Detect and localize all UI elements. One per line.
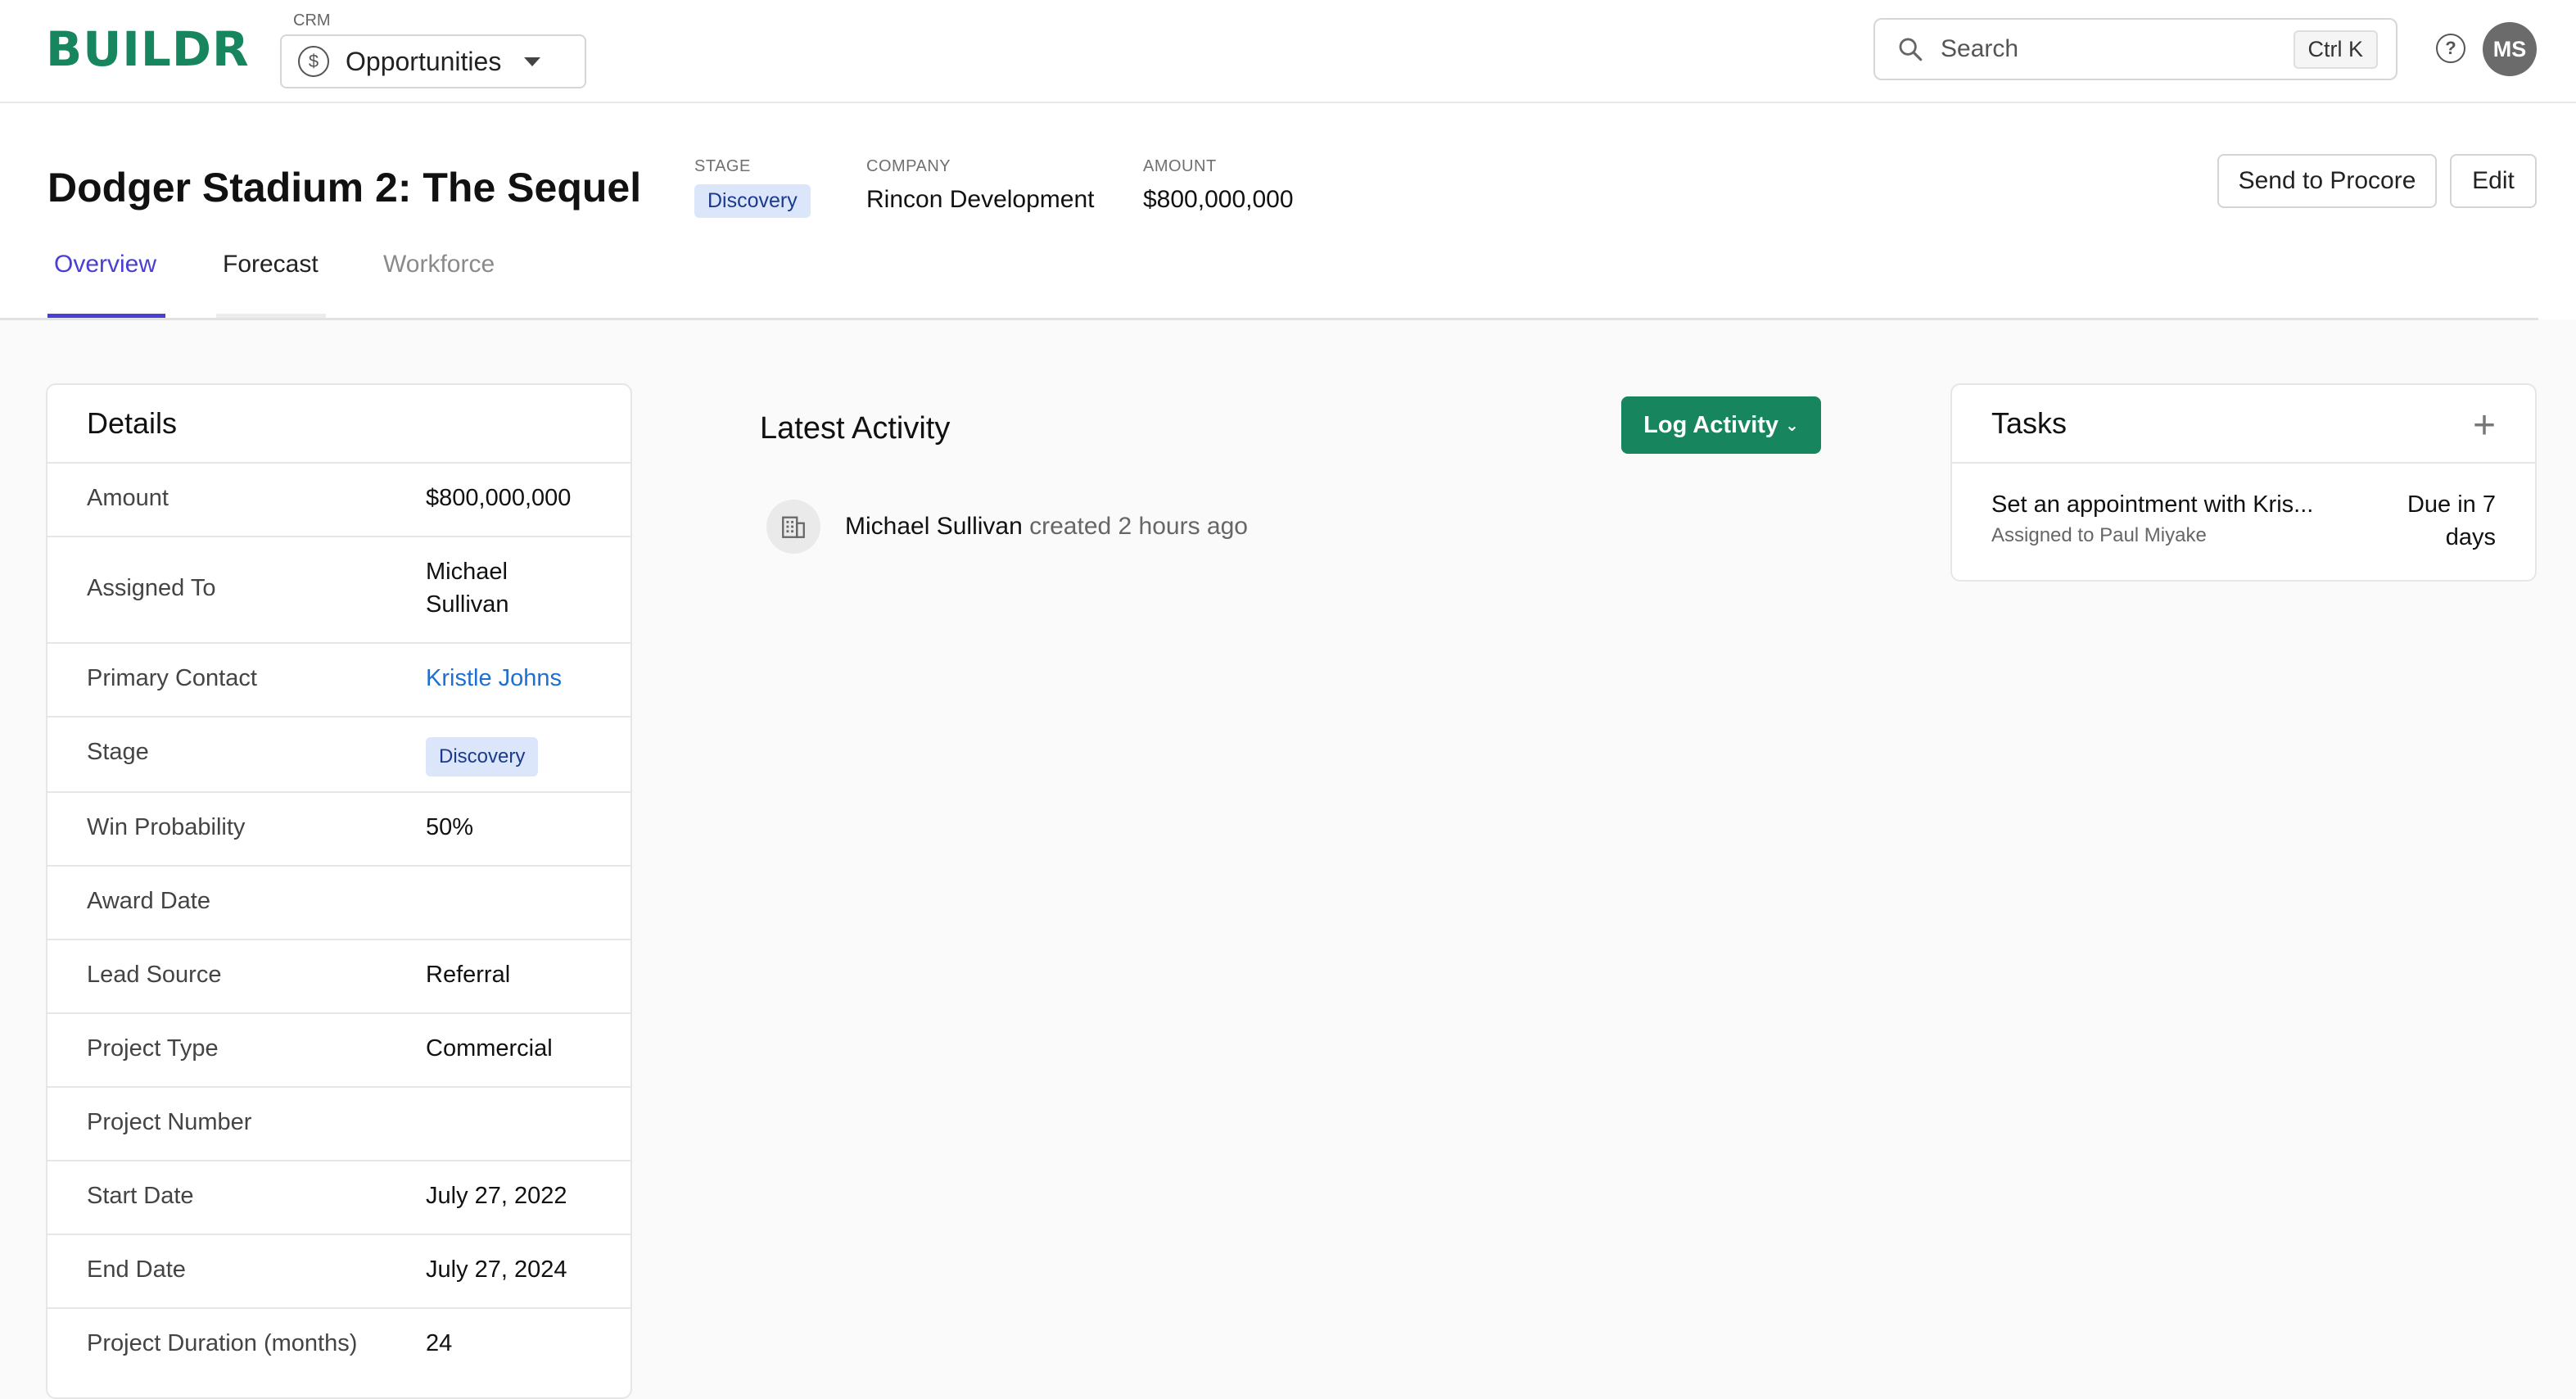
details-title: Details (87, 406, 178, 440)
tasks-title: Tasks (1991, 406, 2068, 440)
log-activity-label: Log Activity (1643, 411, 1779, 438)
page-title: Dodger Stadium 2: The Sequel (47, 165, 642, 211)
details-card: Details Amount $800,000,000 Assigned To … (46, 383, 632, 1399)
detail-value: July 27, 2024 (426, 1256, 567, 1283)
task-title: Set an appointment with Kris... (1991, 491, 2314, 518)
company-value: Rincon Development (866, 186, 1095, 213)
amount-meta: AMOUNT $800,000,000 (1143, 157, 1294, 214)
module-select[interactable]: $ Opportunities (280, 34, 586, 88)
chevron-down-icon: ⌄ (1785, 416, 1799, 435)
amount-value: $800,000,000 (1143, 186, 1294, 213)
stage-meta: STAGE Discovery (694, 157, 811, 218)
user-avatar[interactable]: MS (2483, 22, 2537, 76)
top-bar: BUILDR CRM $ Opportunities Search Ctrl K… (0, 0, 2576, 103)
help-icon[interactable]: ? (2436, 34, 2465, 63)
detail-value: Discovery (426, 737, 539, 776)
send-to-procore-button[interactable]: Send to Procore (2217, 154, 2437, 208)
activity-actor[interactable]: Michael Sullivan (845, 513, 1023, 540)
search-shortcut-badge: Ctrl K (2293, 29, 2378, 69)
detail-label: Lead Source (87, 962, 222, 988)
edit-button[interactable]: Edit (2450, 154, 2537, 208)
detail-label: Project Number (87, 1109, 252, 1135)
detail-row: Amount $800,000,000 (47, 462, 630, 536)
module-caption: CRM (293, 11, 331, 29)
detail-value: Michael Sullivan (426, 555, 509, 621)
search-input[interactable]: Search Ctrl K (1873, 18, 2397, 80)
amount-label: AMOUNT (1143, 157, 1217, 175)
company-meta: COMPANY Rincon Development (866, 157, 1094, 214)
task-due-line: Due in 7 (2407, 491, 2496, 518)
detail-row: Win Probability 50% (47, 791, 630, 865)
detail-label: Project Type (87, 1035, 219, 1062)
building-icon (766, 500, 820, 554)
detail-label: Amount (87, 485, 169, 511)
detail-value: Commercial (426, 1035, 553, 1062)
detail-value: July 27, 2022 (426, 1183, 567, 1209)
search-placeholder: Search (1941, 35, 2019, 62)
detail-row: End Date July 27, 2024 (47, 1234, 630, 1307)
activity-title: Latest Activity (760, 411, 951, 446)
detail-row: Assigned To Michael Sullivan (47, 536, 630, 642)
company-label: COMPANY (866, 157, 951, 175)
detail-value-line: Michael (426, 559, 508, 585)
detail-value: 24 (426, 1330, 453, 1356)
tasks-card: Tasks + Set an appointment with Kris... … (1950, 383, 2537, 582)
tab-workforce[interactable]: Workforce (383, 251, 495, 278)
detail-row: Project Type Commercial (47, 1012, 630, 1086)
detail-row: Project Duration (months) 24 (47, 1307, 630, 1381)
activity-description: created 2 hours ago (1029, 513, 1248, 540)
primary-contact-link[interactable]: Kristle Johns (426, 662, 562, 695)
detail-label: End Date (87, 1256, 186, 1283)
detail-row: Project Number (47, 1086, 630, 1160)
detail-row: Stage Discovery (47, 716, 630, 791)
detail-label: Primary Contact (87, 665, 257, 691)
log-activity-button[interactable]: Log Activity ⌄ (1621, 396, 1821, 454)
detail-value: 50% (426, 814, 474, 840)
opportunity-header: Dodger Stadium 2: The Sequel STAGE Disco… (0, 103, 2576, 319)
tab-forecast[interactable]: Forecast (223, 251, 319, 278)
module-select-value: Opportunities (346, 46, 502, 76)
task-item[interactable]: Set an appointment with Kris... Assigned… (1952, 462, 2535, 582)
detail-label: Assigned To (87, 575, 216, 601)
detail-label: Award Date (87, 888, 210, 914)
detail-row: Lead Source Referral (47, 939, 630, 1012)
detail-row: Primary Contact Kristle Johns (47, 642, 630, 716)
plus-icon[interactable]: + (2473, 403, 2496, 448)
detail-value-line: Sullivan (426, 591, 509, 618)
task-due: Due in 7 days (2407, 488, 2496, 554)
detail-label: Project Duration (months) (87, 1330, 358, 1356)
task-due-line: days (2445, 524, 2496, 550)
detail-row: Start Date July 27, 2022 (47, 1160, 630, 1234)
activity-entry: Michael Sullivan created 2 hours ago (845, 513, 1248, 541)
caret-down-icon (524, 57, 541, 66)
detail-row: Award Date (47, 865, 630, 939)
detail-label: Start Date (87, 1183, 194, 1209)
stage-badge: Discovery (694, 184, 811, 218)
stage-badge: Discovery (426, 737, 539, 776)
detail-label: Stage (87, 739, 149, 765)
detail-value: $800,000,000 (426, 485, 572, 511)
tab-overview[interactable]: Overview (54, 251, 156, 278)
stage-label: STAGE (694, 157, 751, 175)
search-icon (1899, 38, 1923, 61)
tab-bar-divider (0, 318, 2538, 320)
dollar-circle-icon: $ (298, 46, 329, 77)
buildr-logo[interactable]: BUILDR (46, 21, 250, 77)
tab-hover-indicator (216, 314, 326, 318)
task-assignee: Assigned to Paul Miyake (1991, 524, 2207, 546)
detail-label: Win Probability (87, 814, 246, 840)
detail-value: Referral (426, 962, 511, 988)
tab-active-indicator (47, 314, 165, 318)
